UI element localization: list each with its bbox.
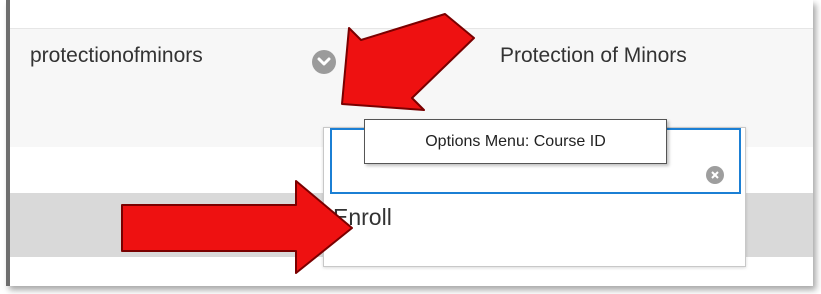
red-arrow-icon (341, 13, 475, 111)
annotation-arrows (121, 13, 475, 274)
red-arrow-icon (121, 180, 353, 274)
